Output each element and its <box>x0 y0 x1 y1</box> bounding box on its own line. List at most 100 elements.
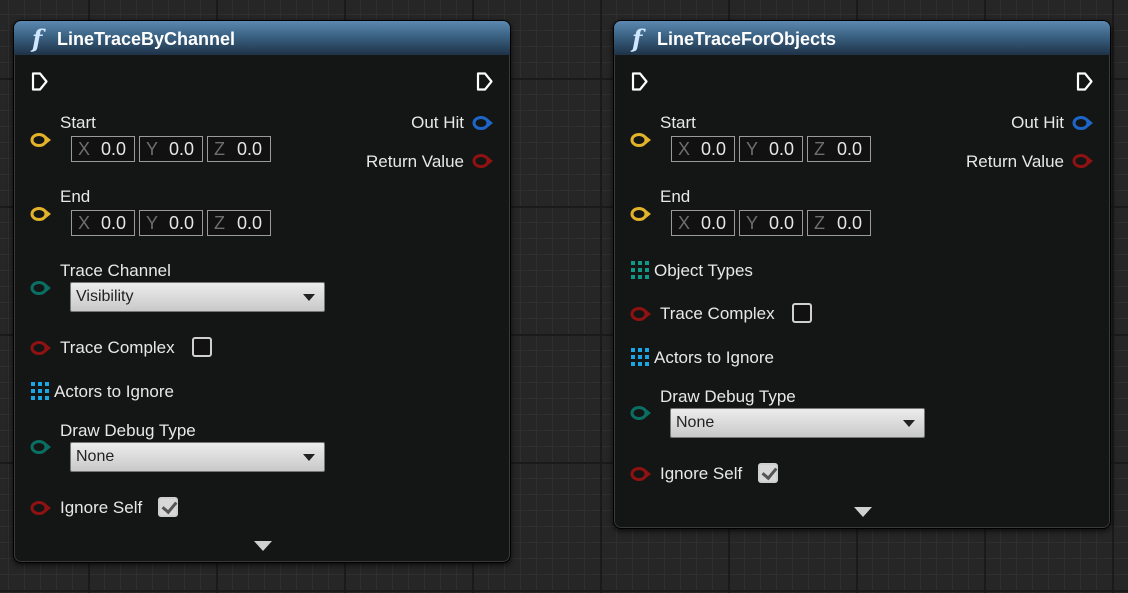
ignore-self-pin-icon[interactable] <box>630 466 652 482</box>
start-y-field[interactable]: Y 0.0 <box>739 136 803 162</box>
start-x-value: 0.0 <box>100 138 126 159</box>
end-x-value: 0.0 <box>100 212 126 233</box>
axis-label: X <box>78 212 91 233</box>
end-y-value: 0.0 <box>768 212 794 233</box>
exec-out-pin-icon[interactable] <box>1076 72 1093 91</box>
node-title: LineTraceForObjects <box>657 29 837 49</box>
out-hit-label: Out Hit <box>1011 113 1064 132</box>
return-value-pin-icon[interactable] <box>1072 153 1094 169</box>
out-hit-pin-icon[interactable] <box>472 115 494 131</box>
trace-complex-pin-icon[interactable] <box>30 340 52 356</box>
axis-label: Z <box>814 138 825 159</box>
axis-label: Y <box>746 212 759 233</box>
end-y-field[interactable]: Y 0.0 <box>139 210 203 236</box>
start-z-value: 0.0 <box>236 138 262 159</box>
axis-label: X <box>78 138 91 159</box>
array-pin-icon[interactable] <box>31 382 49 400</box>
return-value-pin-icon[interactable] <box>472 153 494 169</box>
start-z-field[interactable]: Z 0.0 <box>207 136 271 162</box>
end-x-field[interactable]: X 0.0 <box>71 210 135 236</box>
node-line-trace-by-channel[interactable]: f LineTraceByChannel Start X 0.0 Y 0.0 Z 0.… <box>13 20 511 563</box>
ignore-self-pin-icon[interactable] <box>30 500 52 516</box>
end-y-field[interactable]: Y 0.0 <box>739 210 803 236</box>
node-header[interactable]: f LineTraceForObjects <box>614 21 1110 55</box>
end-z-value: 0.0 <box>236 212 262 233</box>
start-x-field[interactable]: X 0.0 <box>71 136 135 162</box>
return-value-label: Return Value <box>966 152 1064 171</box>
end-z-value: 0.0 <box>836 212 862 233</box>
draw-debug-label: Draw Debug Type <box>60 421 196 440</box>
draw-debug-value: None <box>676 414 715 431</box>
node-header[interactable]: f LineTraceByChannel <box>14 21 510 55</box>
trace-complex-checkbox[interactable] <box>792 303 812 323</box>
out-hit-pin-icon[interactable] <box>1072 115 1094 131</box>
end-x-value: 0.0 <box>700 212 726 233</box>
start-pin-icon[interactable] <box>630 132 652 148</box>
end-vector-input[interactable]: X 0.0 Y 0.0 Z 0.0 <box>71 210 271 236</box>
chevron-down-icon <box>903 420 915 427</box>
draw-debug-dropdown[interactable]: None <box>670 408 925 438</box>
start-x-field[interactable]: X 0.0 <box>671 136 735 162</box>
trace-complex-label: Trace Complex <box>60 338 175 357</box>
start-vector-input[interactable]: X 0.0 Y 0.0 Z 0.0 <box>671 136 871 162</box>
chevron-down-icon <box>303 294 315 301</box>
axis-label: Z <box>214 212 225 233</box>
object-types-array-pin-icon[interactable] <box>631 261 649 279</box>
node-line-trace-for-objects[interactable]: f LineTraceForObjects Start X 0.0 Y 0.0 Z0… <box>613 20 1111 529</box>
chevron-down-icon <box>303 454 315 461</box>
draw-debug-pin-icon[interactable] <box>630 405 652 421</box>
exec-out-pin-icon[interactable] <box>476 72 493 91</box>
axis-label: X <box>678 212 691 233</box>
trace-complex-checkbox[interactable] <box>192 337 212 357</box>
expand-advanced-icon[interactable] <box>854 507 872 517</box>
draw-debug-pin-icon[interactable] <box>30 439 52 455</box>
start-label: Start <box>60 113 96 132</box>
exec-in-pin-icon[interactable] <box>31 72 48 91</box>
end-label: End <box>660 187 691 206</box>
start-z-field[interactable]: Z 0.0 <box>807 136 871 162</box>
trace-channel-value: Visibility <box>76 288 134 305</box>
end-x-field[interactable]: X 0.0 <box>671 210 735 236</box>
axis-label: Y <box>746 138 759 159</box>
exec-in-pin-icon[interactable] <box>631 72 648 91</box>
trace-channel-label: Trace Channel <box>60 261 171 280</box>
ignore-self-label: Ignore Self <box>60 498 143 517</box>
start-y-value: 0.0 <box>768 138 794 159</box>
end-z-field[interactable]: Z 0.0 <box>207 210 271 236</box>
array-pin-icon[interactable] <box>631 348 649 366</box>
ignore-self-checkbox[interactable] <box>758 463 778 483</box>
axis-label: Y <box>146 138 159 159</box>
out-hit-label: Out Hit <box>411 113 464 132</box>
start-pin-icon[interactable] <box>30 132 52 148</box>
object-types-label: Object Types <box>654 261 753 280</box>
start-y-field[interactable]: Y 0.0 <box>139 136 203 162</box>
end-z-field[interactable]: Z 0.0 <box>807 210 871 236</box>
node-title: LineTraceByChannel <box>57 29 236 49</box>
draw-debug-dropdown[interactable]: None <box>70 442 325 472</box>
function-icon: f <box>632 24 643 53</box>
axis-label: X <box>678 138 691 159</box>
end-pin-icon[interactable] <box>630 206 652 222</box>
axis-label: Z <box>214 138 225 159</box>
trace-complex-label: Trace Complex <box>660 304 775 323</box>
expand-advanced-icon[interactable] <box>254 541 272 551</box>
draw-debug-value: None <box>76 448 115 465</box>
trace-channel-pin-icon[interactable] <box>30 280 52 296</box>
ignore-self-checkbox[interactable] <box>158 497 178 517</box>
start-x-value: 0.0 <box>700 138 726 159</box>
end-vector-input[interactable]: X 0.0 Y 0.0 Z 0.0 <box>671 210 871 236</box>
return-value-label: Return Value <box>366 152 464 171</box>
actors-to-ignore-label: Actors to Ignore <box>654 348 775 367</box>
draw-debug-label: Draw Debug Type <box>660 387 796 406</box>
actors-to-ignore-label: Actors to Ignore <box>54 382 175 401</box>
trace-complex-pin-icon[interactable] <box>630 306 652 322</box>
end-label: End <box>60 187 91 206</box>
end-y-value: 0.0 <box>168 212 194 233</box>
trace-channel-dropdown[interactable]: Visibility <box>70 282 325 312</box>
start-vector-input[interactable]: X 0.0 Y 0.0 Z 0.0 <box>71 136 271 162</box>
axis-label: Z <box>814 212 825 233</box>
start-z-value: 0.0 <box>836 138 862 159</box>
start-y-value: 0.0 <box>168 138 194 159</box>
end-pin-icon[interactable] <box>30 206 52 222</box>
ignore-self-label: Ignore Self <box>660 464 743 483</box>
